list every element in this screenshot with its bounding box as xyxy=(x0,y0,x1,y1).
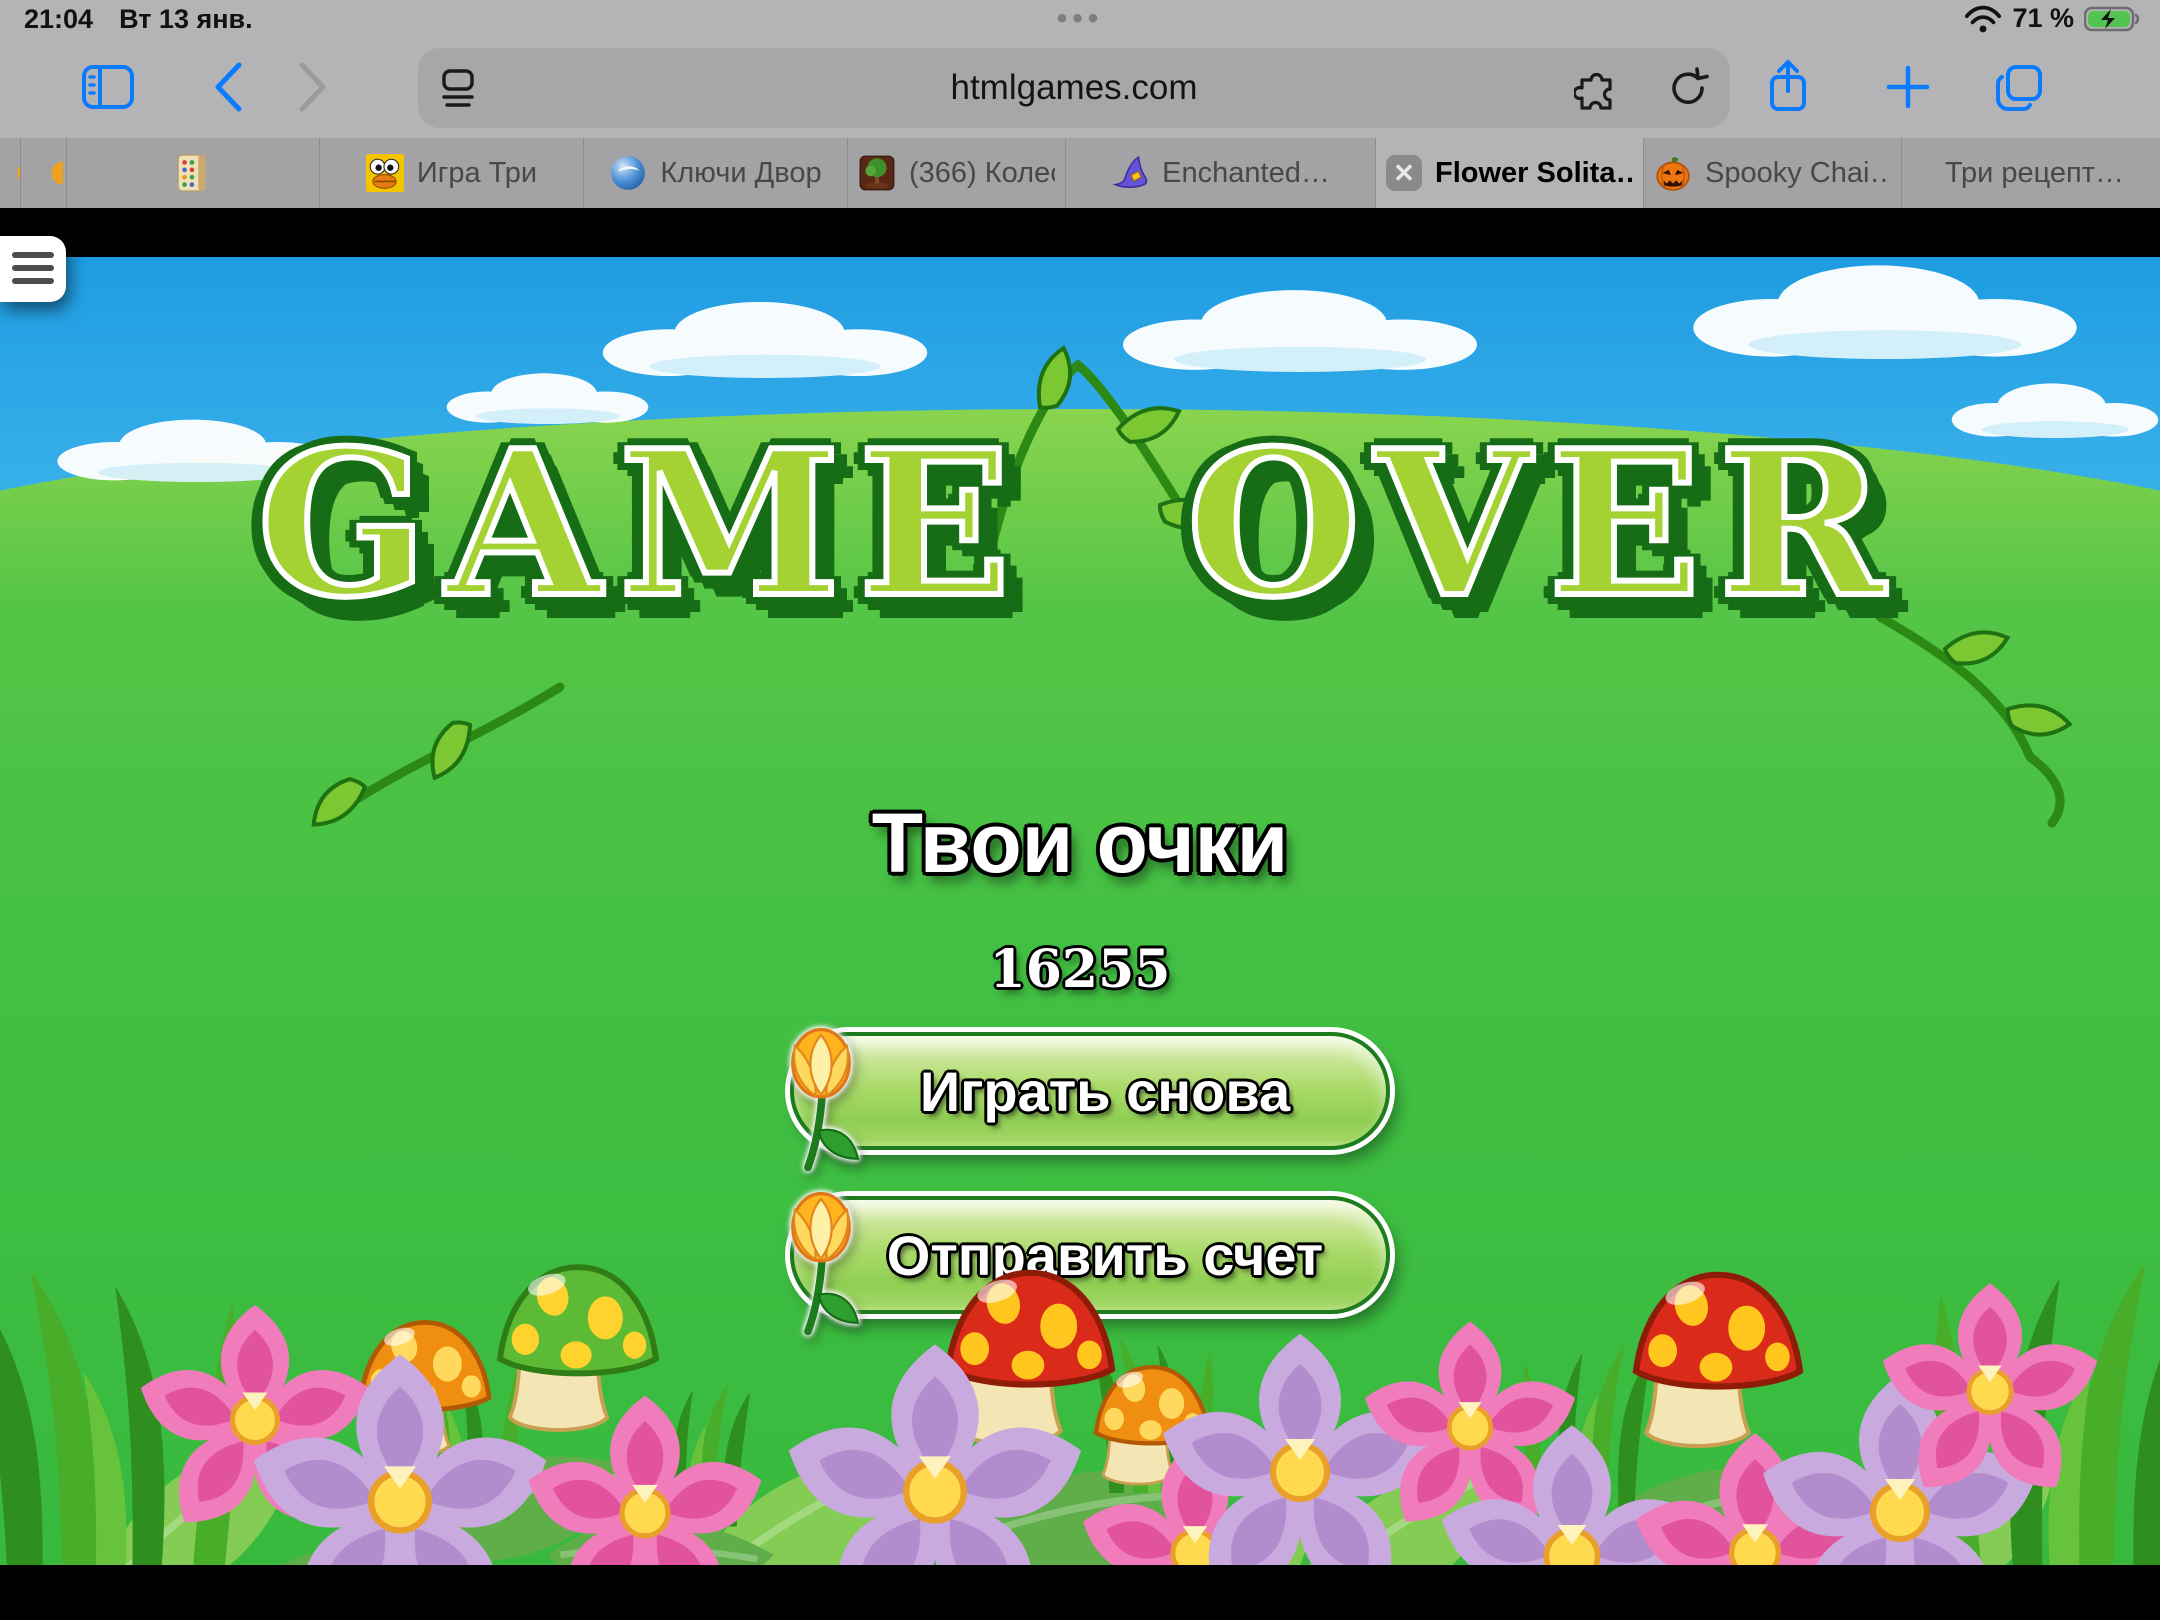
game-canvas: GAME OVER Твои очки 16255 Играть снова О… xyxy=(0,208,2160,1620)
tab-ключи-двор[interactable]: Ключи Двор xyxy=(584,138,848,208)
tulip-icon xyxy=(760,1186,882,1338)
game-over-title: GAME OVER xyxy=(0,425,2160,625)
tab-1[interactable] xyxy=(21,138,67,208)
tab-0[interactable] xyxy=(0,138,21,208)
tulip-icon xyxy=(760,1022,882,1174)
play-again-label: Играть снова xyxy=(890,1059,1290,1124)
date: Вт 13 янв. xyxy=(119,4,253,35)
wizard-hat-icon xyxy=(1111,154,1149,192)
submit-score-label: Отправить счет xyxy=(857,1223,1323,1288)
partial-favicon xyxy=(25,154,63,192)
tab-label: Spooky Chai… xyxy=(1705,157,1891,190)
tab-label: Flower Solita… xyxy=(1435,157,1633,190)
browser-toolbar: htmlgames.com xyxy=(0,38,2160,138)
sidebar-icon[interactable] xyxy=(80,56,136,118)
tab-игра-три[interactable]: Игра Три xyxy=(320,138,584,208)
game-scene: GAME OVER Твои очки 16255 Играть снова О… xyxy=(0,257,2160,1565)
tab-label: Ключи Двор xyxy=(660,157,821,190)
duck-face-icon xyxy=(366,154,404,192)
wifi-icon xyxy=(1964,4,2002,34)
play-again-button[interactable]: Играть снова xyxy=(790,1032,1390,1150)
tab-label: Три рецепт… xyxy=(1945,157,2124,190)
partial-favicon xyxy=(0,154,21,192)
tree-plaque-icon xyxy=(858,154,896,192)
close-tab-icon[interactable]: ✕ xyxy=(1386,155,1422,191)
tab-2[interactable] xyxy=(67,138,320,208)
new-tab-plus-icon[interactable] xyxy=(1880,56,1936,118)
share-icon[interactable] xyxy=(1760,56,1816,118)
blue-sphere-icon xyxy=(609,154,647,192)
battery-percent: 71 % xyxy=(2012,3,2074,34)
tab-три-рецепт-[interactable]: Три рецепт… xyxy=(1902,138,2160,208)
pumpkin-icon xyxy=(1654,154,1692,192)
tab-bar: Игра Три Ключи Двор (366) Колесо Enchanted…… xyxy=(0,138,2160,208)
tab-flower-solita-[interactable]: ✕ Flower Solita… xyxy=(1376,138,1644,208)
forward-icon[interactable] xyxy=(285,56,341,118)
extensions-puzzle-icon[interactable] xyxy=(1570,62,1622,114)
reload-icon[interactable] xyxy=(1662,62,1714,114)
clock: 21:04 xyxy=(24,4,93,35)
status-bar: 21:04 Вт 13 янв. ••• 71 % xyxy=(0,0,2160,38)
battery-charging-icon xyxy=(2084,4,2142,34)
tab-overview-icon[interactable] xyxy=(1992,56,2048,118)
score-label: Твои очки xyxy=(0,795,2160,892)
mahjong-tile-icon xyxy=(174,154,212,192)
back-icon[interactable] xyxy=(200,56,256,118)
grabber-dots: ••• xyxy=(1057,2,1104,36)
address-bar[interactable]: htmlgames.com xyxy=(418,48,1730,128)
tab--366-колесо[interactable]: (366) Колесо xyxy=(848,138,1066,208)
tab-label: Enchanted… xyxy=(1162,157,1330,190)
bottom-black-bar xyxy=(0,1565,2160,1620)
ipad-screen: 21:04 Вт 13 янв. ••• 71 % xyxy=(0,0,2160,1620)
submit-score-button[interactable]: Отправить счет xyxy=(790,1196,1390,1314)
tab-enchanted-[interactable]: Enchanted… xyxy=(1066,138,1376,208)
tab-spooky-chai-[interactable]: Spooky Chai… xyxy=(1644,138,1902,208)
hamburger-menu-icon[interactable] xyxy=(0,236,66,302)
score-value: 16255 xyxy=(0,939,2160,1000)
tab-label: Игра Три xyxy=(417,157,537,190)
url-text: htmlgames.com xyxy=(418,48,1730,128)
tab-label: (366) Колесо xyxy=(909,157,1055,190)
